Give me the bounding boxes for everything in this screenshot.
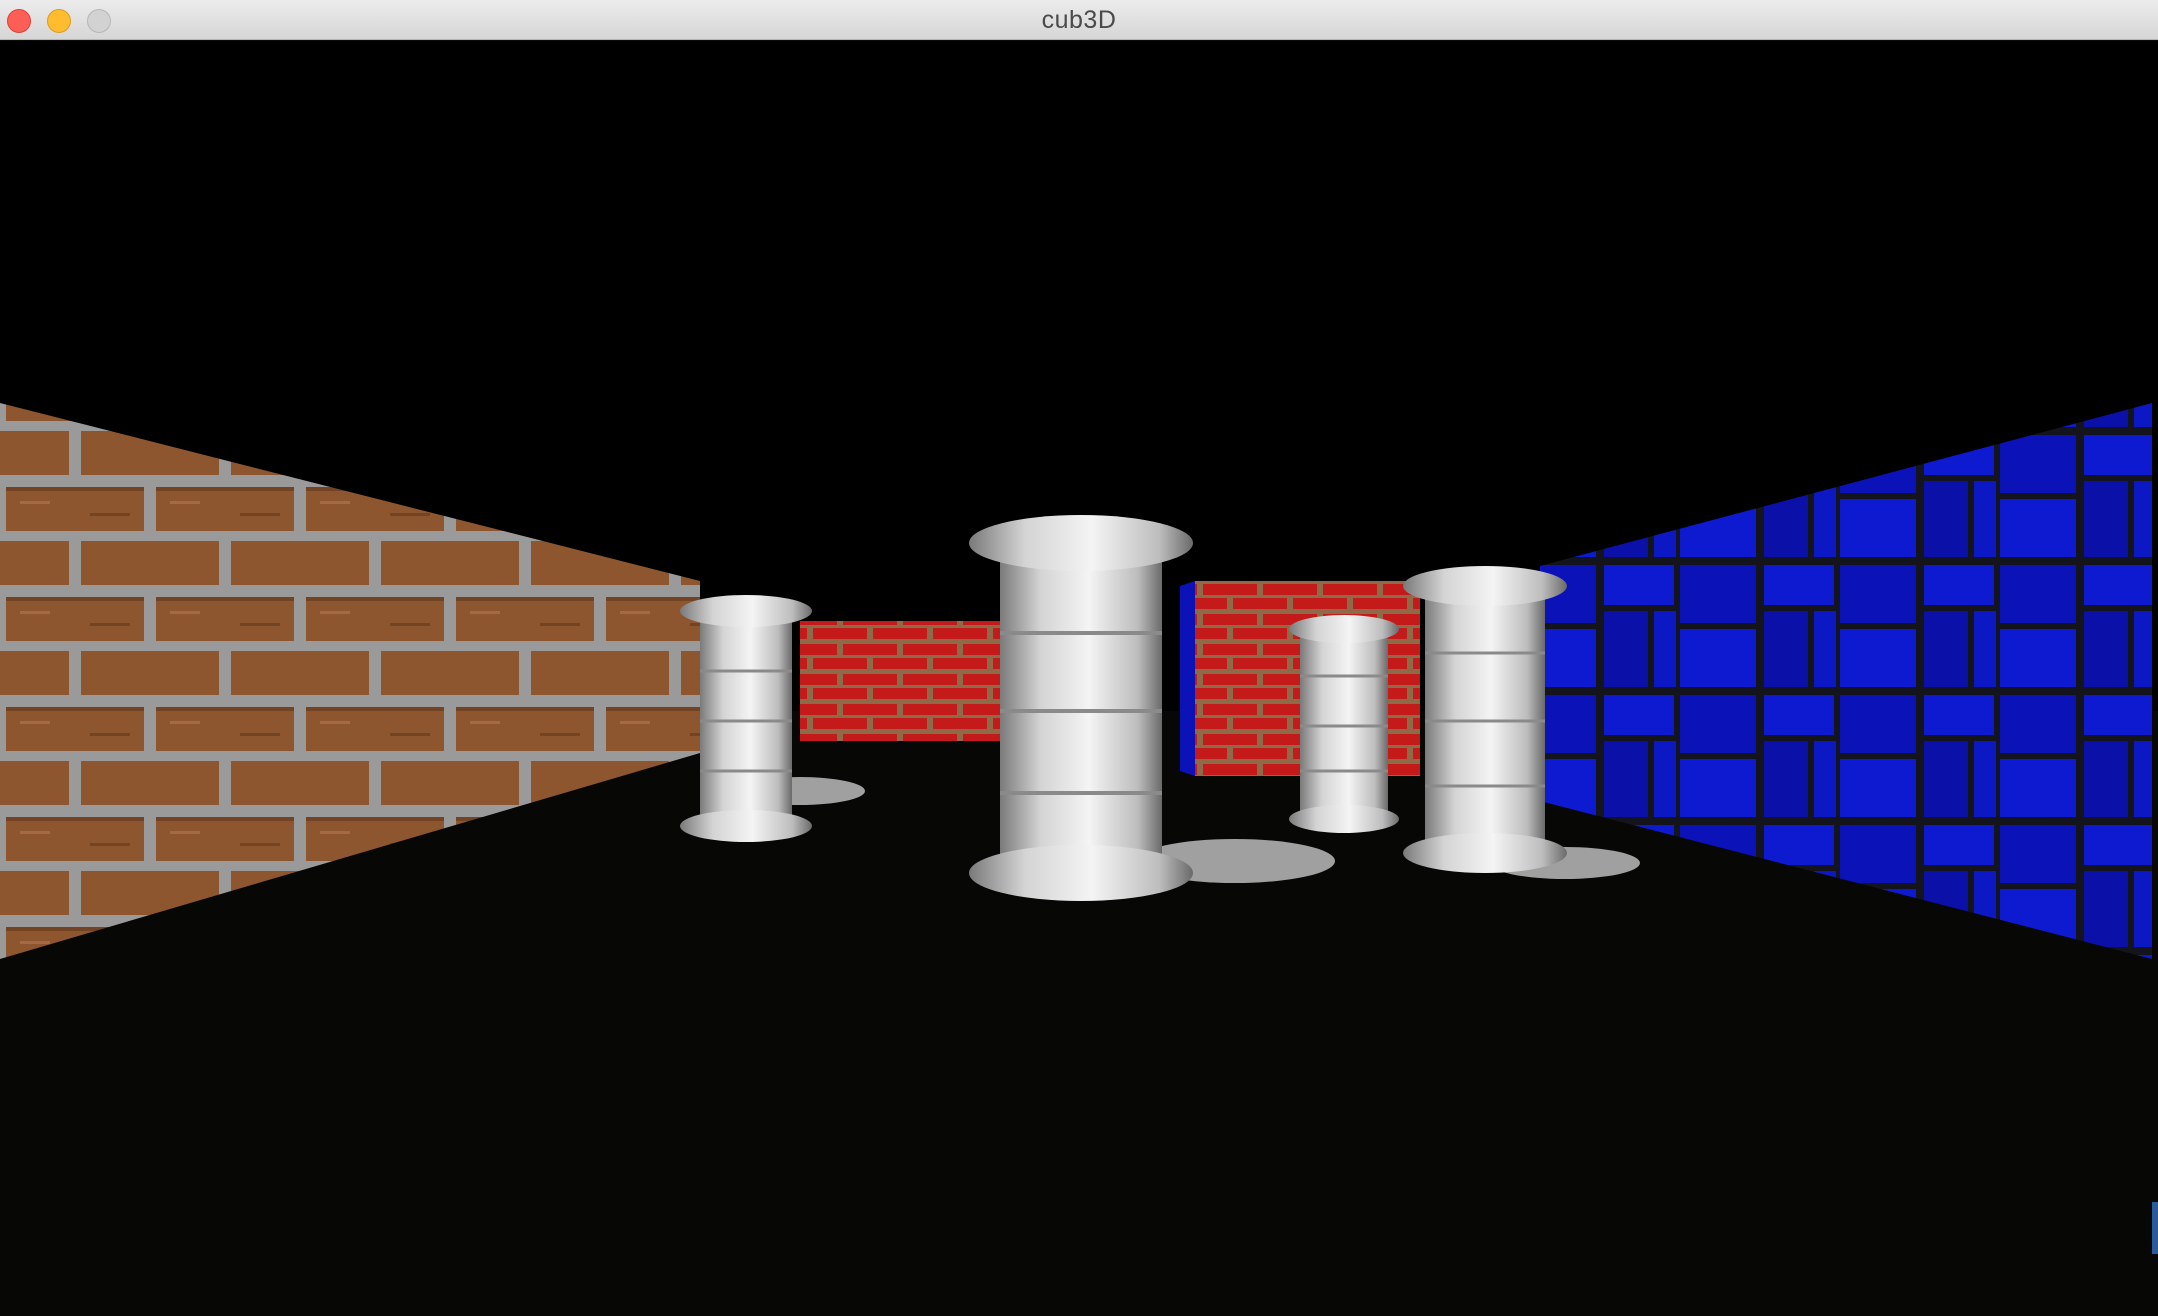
- raycast-scene: [0, 403, 2158, 1316]
- pillar-sprite: [1289, 615, 1399, 833]
- game-viewport[interactable]: [0, 41, 2158, 1316]
- window-title: cub3D: [1041, 6, 1117, 34]
- scrollbar-thumb[interactable]: [2152, 1202, 2158, 1254]
- window-titlebar: cub3D: [0, 0, 2158, 40]
